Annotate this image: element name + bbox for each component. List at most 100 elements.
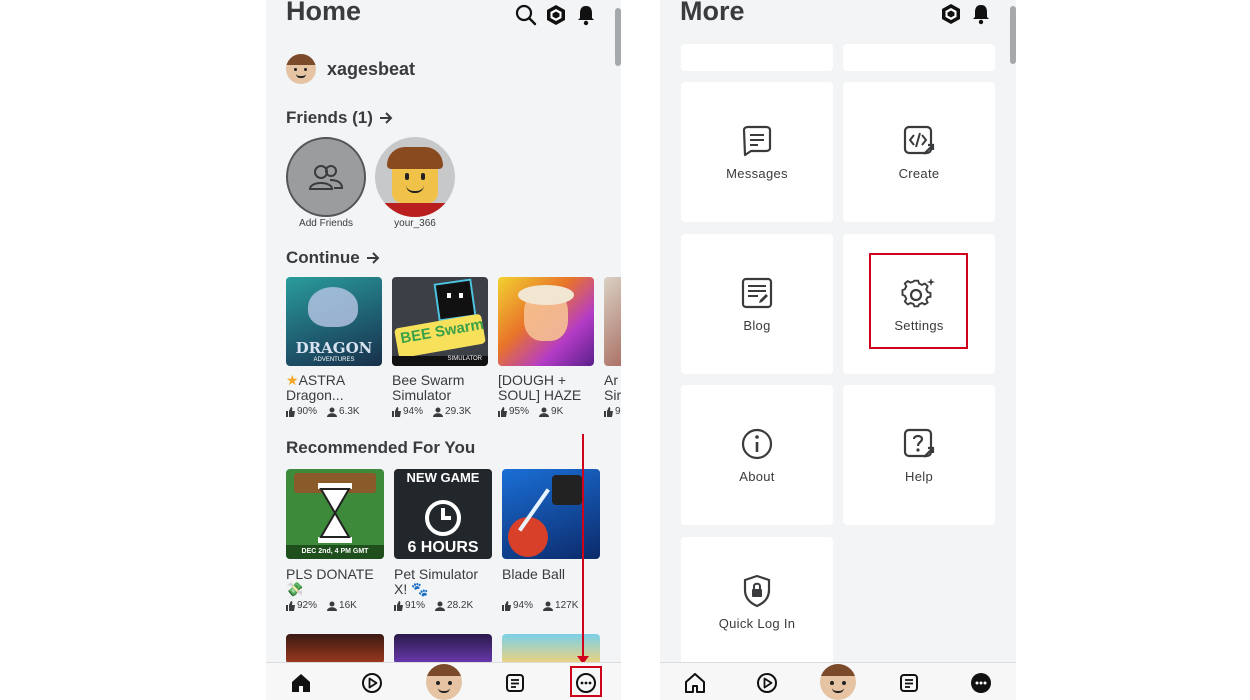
- avatar[interactable]: [286, 54, 316, 84]
- arrow-right-icon: [379, 112, 393, 124]
- game-thumbnail[interactable]: DEC 2nd, 4 PM GMT: [286, 469, 384, 559]
- game-thumbnail[interactable]: NEW GAME 6 HOURS: [394, 469, 492, 559]
- bottom-tab-bar: [660, 662, 1016, 700]
- game-thumbnail-title: DRAGON: [295, 339, 373, 357]
- notification-bell-icon[interactable]: [573, 2, 599, 28]
- players-icon: [433, 407, 444, 417]
- username[interactable]: xagesbeat: [327, 59, 415, 80]
- thumbs-up-icon: [392, 406, 401, 417]
- thumbs-up-icon: [502, 600, 511, 611]
- highlight-box: [869, 253, 968, 349]
- page-title: More: [680, 0, 745, 26]
- scrollbar[interactable]: [1010, 6, 1016, 64]
- chat-icon[interactable]: [502, 670, 528, 696]
- game-title[interactable]: [DOUGH + SOUL] HAZE: [498, 373, 581, 403]
- discover-play-icon[interactable]: [359, 670, 385, 696]
- notification-bell-icon[interactable]: [968, 1, 994, 27]
- page-title: Home: [286, 0, 362, 26]
- game-stats: 94% 29.3K: [392, 406, 471, 417]
- more-card[interactable]: [843, 44, 995, 71]
- game-stats: 9: [604, 406, 621, 417]
- info-icon: [741, 428, 773, 459]
- robux-icon[interactable]: [543, 2, 569, 28]
- game-thumbnail[interactable]: DRAGON ADVENTURES: [286, 277, 382, 366]
- game-stats: 91% 28.2K: [394, 600, 473, 611]
- friend-avatar[interactable]: [375, 137, 455, 217]
- add-friends-icon: [308, 165, 344, 190]
- star-icon: ★: [286, 372, 299, 388]
- thumbs-up-icon: [604, 406, 613, 417]
- game-thumbnail[interactable]: [498, 277, 594, 366]
- create-card[interactable]: Create: [843, 82, 995, 222]
- create-code-icon: [903, 125, 935, 155]
- bottom-tab-bar: [266, 662, 621, 700]
- game-stats: 90% 6.3K: [286, 406, 360, 417]
- game-title[interactable]: ★ASTRA Dragon...: [286, 373, 345, 403]
- players-icon: [539, 407, 550, 417]
- game-title[interactable]: Pet Simulator X! 🐾: [394, 567, 478, 597]
- card-label: Blog: [743, 317, 771, 333]
- more-screen: More Messages Create Blog Settings About: [660, 0, 1016, 700]
- game-thumbnail[interactable]: [286, 634, 384, 664]
- game-thumbnail[interactable]: [604, 277, 621, 366]
- avatar[interactable]: [426, 664, 462, 700]
- players-icon: [435, 601, 446, 611]
- game-stats: 95% 9K: [498, 406, 563, 417]
- game-stats: 92% 16K: [286, 600, 357, 611]
- friends-header[interactable]: Friends (1): [286, 108, 393, 128]
- game-stats: 94% 127K: [502, 600, 578, 611]
- quick-log-in-card[interactable]: Quick Log In: [681, 537, 833, 667]
- game-title[interactable]: PLS DONATE 💸: [286, 567, 374, 597]
- continue-header-label: Continue: [286, 248, 360, 267]
- highlight-box: [570, 666, 602, 697]
- message-icon: [742, 125, 772, 156]
- friend-name: Add Friends: [299, 218, 353, 229]
- card-label: Create: [898, 165, 940, 181]
- home-icon[interactable]: [288, 670, 314, 696]
- game-thumbnail[interactable]: [394, 634, 492, 664]
- players-icon: [327, 407, 338, 417]
- chat-icon[interactable]: [896, 670, 922, 696]
- more-icon[interactable]: [968, 670, 994, 696]
- game-thumbnail-subtitle: ADVENTURES: [313, 357, 355, 363]
- arrow-right-icon: [366, 252, 380, 264]
- thumbs-up-icon: [498, 406, 507, 417]
- messages-card[interactable]: Messages: [681, 82, 833, 222]
- game-thumbnail-subtitle: 6 HOURS: [407, 539, 479, 556]
- thumbs-up-icon: [394, 600, 403, 611]
- discover-play-icon[interactable]: [754, 670, 780, 696]
- game-thumbnail[interactable]: BEE Swarm SIMULATOR: [392, 277, 488, 366]
- robux-icon[interactable]: [938, 1, 964, 27]
- search-icon[interactable]: [513, 2, 539, 28]
- more-card[interactable]: [681, 44, 833, 71]
- thumbs-up-icon: [286, 600, 295, 611]
- card-label: Help: [905, 468, 933, 484]
- blog-card[interactable]: Blog: [681, 234, 833, 374]
- friend-name[interactable]: your_366: [375, 218, 455, 229]
- game-title[interactable]: Blade Ball: [502, 567, 565, 582]
- continue-header[interactable]: Continue: [286, 248, 380, 268]
- game-thumbnail-title: NEW GAME: [406, 470, 480, 485]
- card-label: Quick Log In: [718, 615, 796, 631]
- thumbs-up-icon: [286, 406, 295, 417]
- players-icon: [327, 601, 338, 611]
- annotation-arrow-line: [582, 434, 584, 660]
- help-icon: [903, 428, 935, 458]
- friends-header-label: Friends (1): [286, 108, 373, 127]
- avatar[interactable]: [820, 664, 856, 700]
- clock-icon: [424, 499, 462, 542]
- home-icon[interactable]: [682, 670, 708, 696]
- scrollbar[interactable]: [615, 8, 621, 66]
- about-card[interactable]: About: [681, 385, 833, 525]
- game-title[interactable]: Bee Swarm Simulator: [392, 373, 464, 403]
- recommended-header[interactable]: Recommended For You: [286, 438, 475, 458]
- players-icon: [543, 601, 554, 611]
- game-title[interactable]: Ar Sir: [604, 373, 621, 403]
- blog-icon: [741, 277, 773, 308]
- add-friends-button[interactable]: [286, 137, 366, 217]
- hourglass-icon: [318, 483, 352, 543]
- help-card[interactable]: Help: [843, 385, 995, 525]
- game-thumbnail-subtitle: SIMULATOR: [392, 356, 488, 366]
- game-thumbnail[interactable]: [502, 469, 600, 559]
- game-thumbnail-caption: DEC 2nd, 4 PM GMT: [286, 545, 384, 559]
